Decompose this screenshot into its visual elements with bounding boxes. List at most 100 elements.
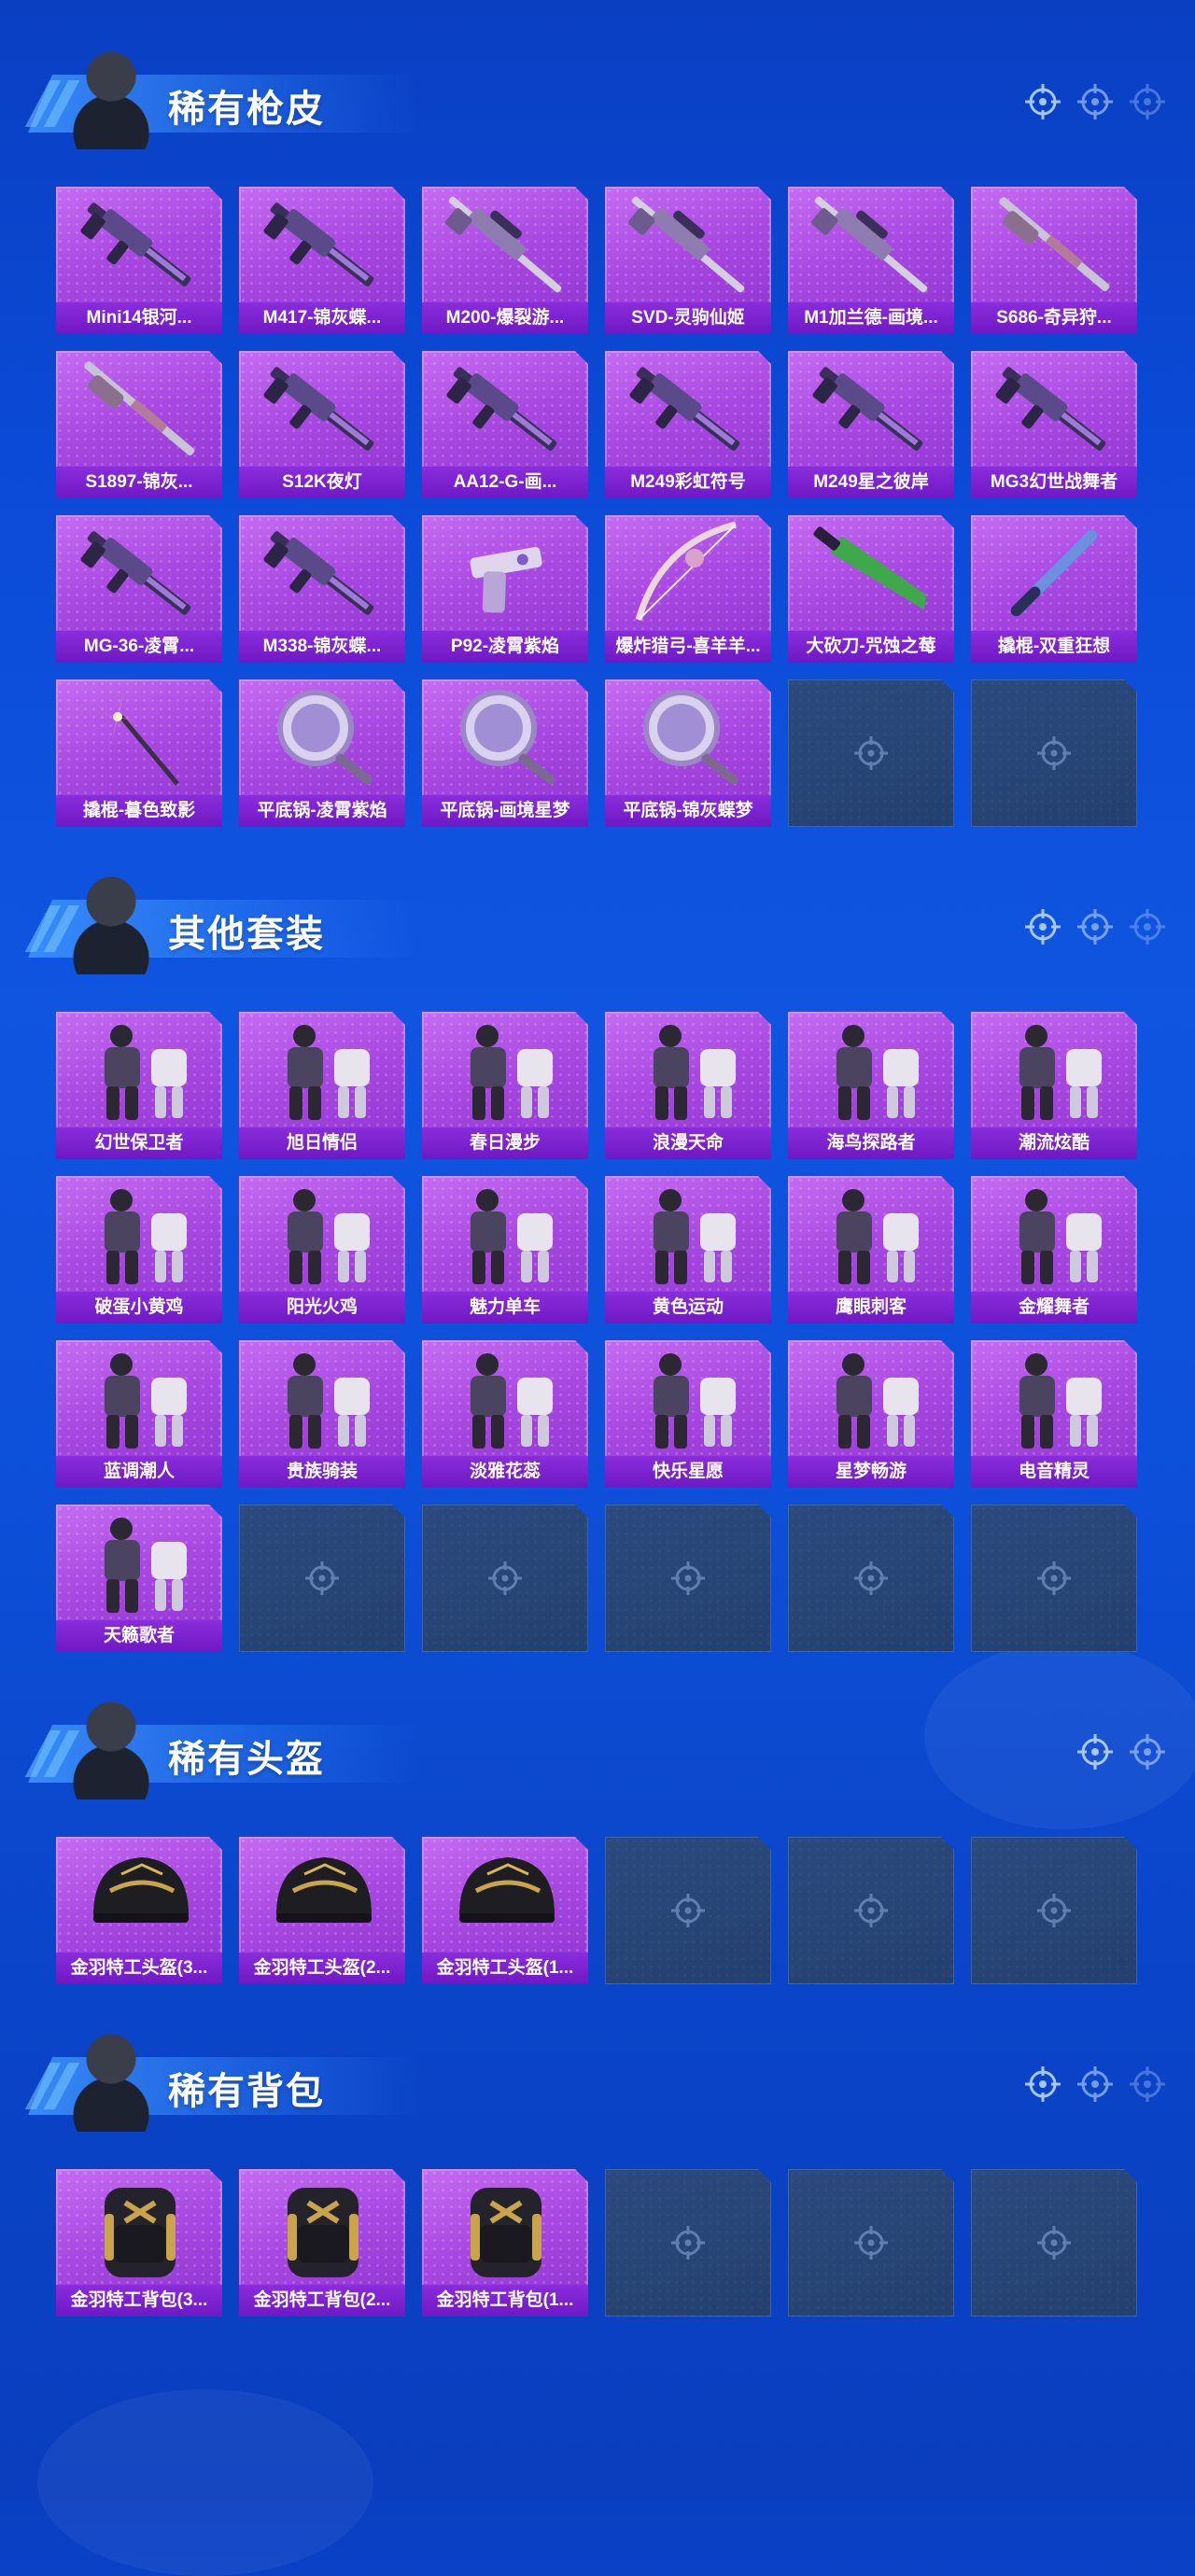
item-card[interactable]: 金羽特工背包(2... (239, 2169, 405, 2317)
gun-icon (239, 187, 405, 302)
item-card[interactable]: 潮流炫酷 (971, 1012, 1137, 1159)
item-card[interactable]: AA12-G-画... (422, 351, 588, 498)
item-card[interactable]: Mini14银河... (56, 187, 222, 334)
empty-slot (788, 679, 954, 827)
item-card[interactable]: 快乐星愿 (605, 1340, 771, 1488)
bow-icon (605, 515, 771, 631)
item-card[interactable]: 金羽特工头盔(1... (422, 1837, 588, 1984)
target-icon (852, 1892, 890, 1929)
item-card[interactable]: 阳光火鸡 (239, 1176, 405, 1323)
item-label: M338-锦灰蝶... (239, 631, 405, 663)
item-card[interactable]: 平底锅-锦灰蝶梦 (605, 679, 771, 827)
item-card[interactable]: 金羽特工头盔(3... (56, 1837, 222, 1984)
item-label: P92-凌霄紫焰 (422, 631, 588, 663)
item-card[interactable]: 撬棍-双重狂想 (971, 515, 1137, 663)
item-label: 爆炸猎弓-喜羊羊... (605, 631, 771, 663)
item-label: 金羽特工头盔(1... (422, 1953, 588, 1984)
item-label: 快乐星愿 (605, 1456, 771, 1488)
item-card[interactable]: 金耀舞者 (971, 1176, 1137, 1323)
item-card[interactable]: M249星之彼岸 (788, 351, 954, 498)
item-label: 魅力单车 (422, 1292, 588, 1323)
item-label: 金羽特工背包(1... (422, 2285, 588, 2317)
outfit-icon (56, 1012, 222, 1127)
item-card[interactable]: SVD-灵驹仙姬 (605, 187, 771, 334)
gun-icon (56, 187, 222, 302)
item-card[interactable]: M249彩虹符号 (605, 351, 771, 498)
item-label: M249星之彼岸 (788, 467, 954, 498)
item-card[interactable]: 金羽特工头盔(2... (239, 1837, 405, 1984)
section-title: 稀有枪皮 (168, 89, 325, 130)
gun-icon (788, 351, 954, 467)
target-icon (852, 1560, 890, 1597)
item-card[interactable]: S686-奇异狩... (971, 187, 1137, 334)
item-card[interactable]: 撬棍-暮色致影 (56, 679, 222, 827)
target-icon (1077, 909, 1113, 945)
item-label: MG3幻世战舞者 (971, 467, 1137, 498)
item-card[interactable]: M338-锦灰蝶... (239, 515, 405, 663)
gun-icon (422, 351, 588, 467)
backpack-icon (239, 2169, 405, 2285)
outfit-icon (788, 1012, 954, 1127)
item-label: 鹰眼刺客 (788, 1292, 954, 1323)
item-label: 平底锅-凌霄紫焰 (239, 795, 405, 827)
blade-icon (788, 515, 954, 631)
item-label: M1加兰德-画境... (788, 302, 954, 334)
item-card[interactable]: 春日漫步 (422, 1012, 588, 1159)
target-icon (1130, 1734, 1165, 1770)
item-card[interactable]: S1897-锦灰... (56, 351, 222, 498)
item-card[interactable]: 鹰眼刺客 (788, 1176, 954, 1323)
item-label: 星梦畅游 (788, 1456, 954, 1488)
empty-slot (605, 1505, 771, 1652)
item-card[interactable]: MG3幻世战舞者 (971, 351, 1137, 498)
section-header: 稀有头盔 (0, 1687, 1195, 1799)
item-label: 大砍刀-咒蚀之莓 (788, 631, 954, 663)
target-icon (1130, 84, 1165, 119)
target-icon (1077, 84, 1113, 119)
item-card[interactable]: MG-36-凌霄... (56, 515, 222, 663)
item-card[interactable]: 旭日情侣 (239, 1012, 405, 1159)
item-card[interactable]: S12K夜灯 (239, 351, 405, 498)
target-icon (669, 1892, 707, 1929)
item-card[interactable]: 浪漫天命 (605, 1012, 771, 1159)
empty-slot (605, 1837, 771, 1984)
item-card[interactable]: M200-爆裂游... (422, 187, 588, 334)
item-card[interactable]: 平底锅-画境星梦 (422, 679, 588, 827)
item-card[interactable]: 平底锅-凌霄紫焰 (239, 679, 405, 827)
sniper-icon (788, 187, 954, 302)
item-grid: 金羽特工头盔(3... 金羽特工头盔(2... 金羽特工头盔(1... (56, 1837, 1137, 1984)
item-card[interactable]: 淡雅花蕊 (422, 1340, 588, 1488)
target-icon (1035, 735, 1073, 772)
item-card[interactable]: 金羽特工背包(3... (56, 2169, 222, 2317)
item-label: AA12-G-画... (422, 467, 588, 498)
sniper-icon (605, 187, 771, 302)
item-card[interactable]: 幻世保卫者 (56, 1012, 222, 1159)
empty-slot (605, 2169, 771, 2317)
item-card[interactable]: P92-凌霄紫焰 (422, 515, 588, 663)
item-card[interactable]: 贵族骑装 (239, 1340, 405, 1488)
item-card[interactable]: 金羽特工背包(1... (422, 2169, 588, 2317)
item-label: M249彩虹符号 (605, 467, 771, 498)
item-card[interactable]: 大砍刀-咒蚀之莓 (788, 515, 954, 663)
item-card[interactable]: 星梦畅游 (788, 1340, 954, 1488)
target-icon (1025, 2066, 1061, 2102)
item-label: Mini14银河... (56, 302, 222, 334)
item-card[interactable]: 魅力单车 (422, 1176, 588, 1323)
item-card[interactable]: 蓝调潮人 (56, 1340, 222, 1488)
item-card[interactable]: 电音精灵 (971, 1340, 1137, 1488)
item-label: 天籁歌者 (56, 1620, 222, 1652)
outfit-icon (971, 1012, 1137, 1127)
target-icon (1025, 909, 1061, 945)
item-card[interactable]: 黄色运动 (605, 1176, 771, 1323)
item-card[interactable]: 天籁歌者 (56, 1505, 222, 1652)
item-card[interactable]: 海鸟探路者 (788, 1012, 954, 1159)
pan-icon (422, 679, 588, 795)
empty-slot (239, 1505, 405, 1652)
item-card[interactable]: 爆炸猎弓-喜羊羊... (605, 515, 771, 663)
item-label: 旭日情侣 (239, 1127, 405, 1159)
item-card[interactable]: M1加兰德-画境... (788, 187, 954, 334)
target-icon (1077, 1734, 1113, 1770)
pinwheel-icon (56, 679, 222, 795)
item-card[interactable]: M417-锦灰蝶... (239, 187, 405, 334)
item-card[interactable]: 破蛋小黄鸡 (56, 1176, 222, 1323)
item-label: S1897-锦灰... (56, 467, 222, 498)
